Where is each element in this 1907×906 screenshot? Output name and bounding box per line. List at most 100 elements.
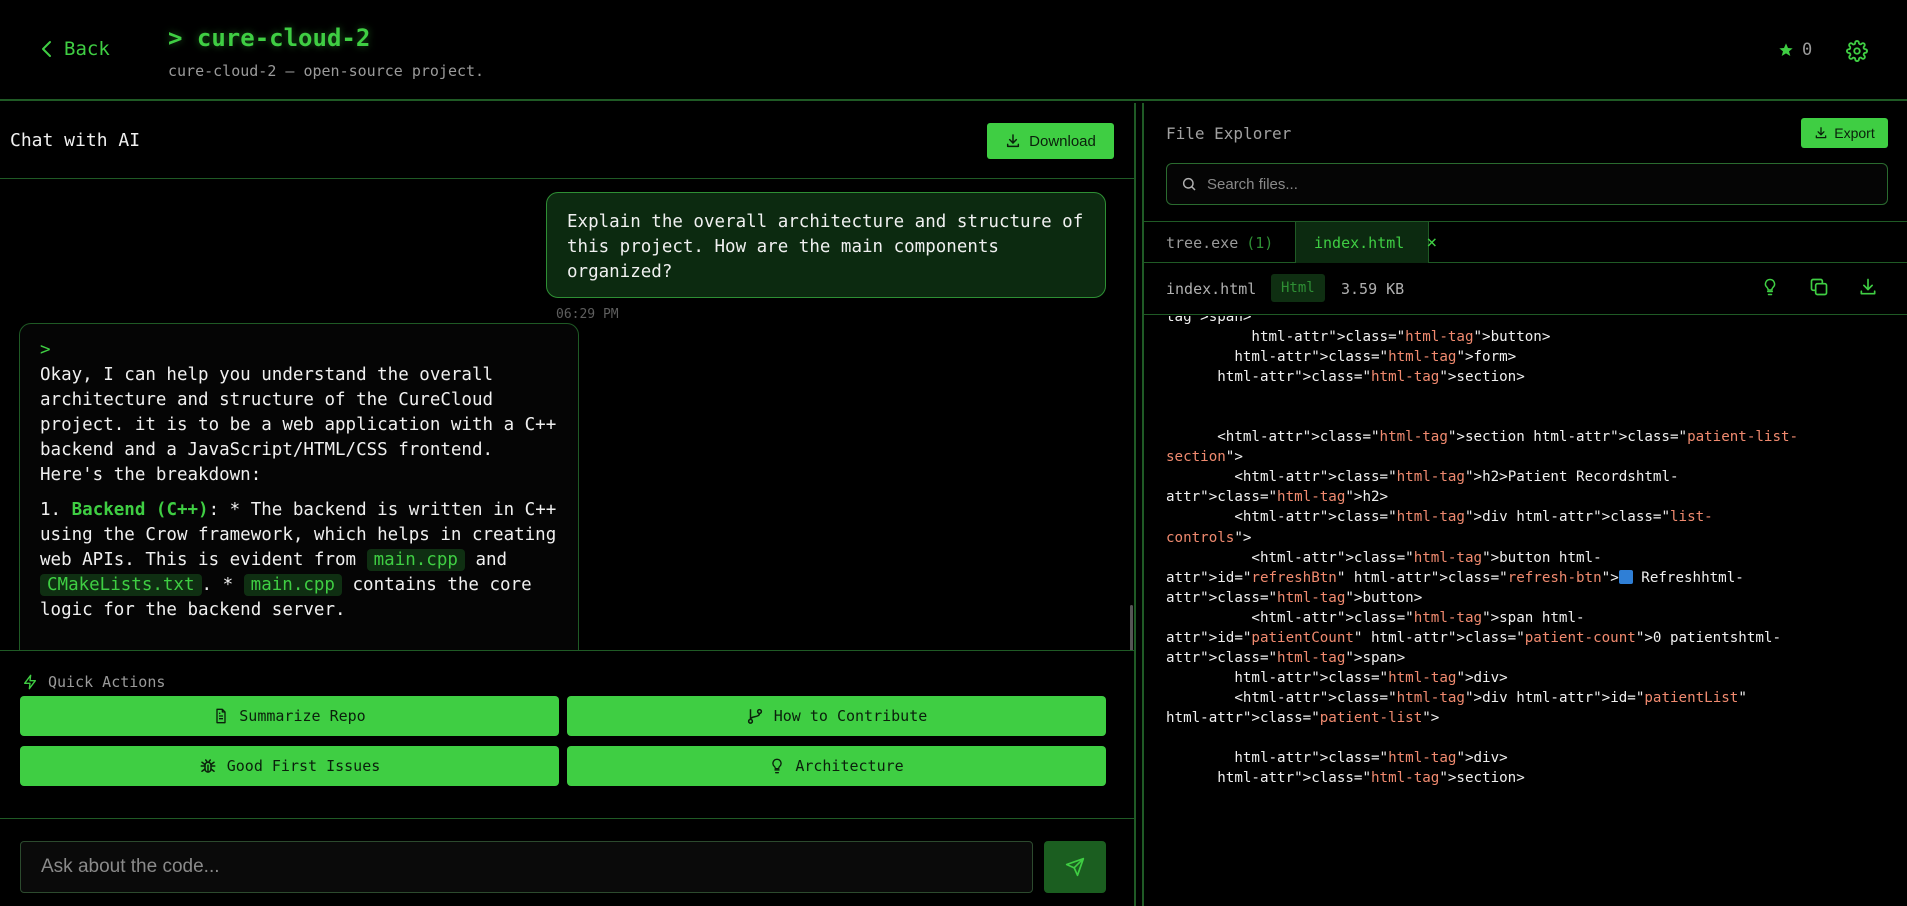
code-string: patientCount xyxy=(1251,629,1354,646)
download-file-button[interactable] xyxy=(1858,277,1878,297)
code-line: html-attr">class="html-tag">div> xyxy=(1166,748,1907,768)
code-text: ">h2> xyxy=(1345,489,1389,506)
file-search-input[interactable] xyxy=(1207,175,1867,193)
code-line: html-attr">class="patient-list"> xyxy=(1166,708,1907,728)
chat-header: Chat with AI Download xyxy=(0,103,1134,179)
code-text: attr">class=" xyxy=(1166,489,1278,506)
code-text: ">div> xyxy=(1456,669,1508,686)
code-text: " xyxy=(1738,689,1747,706)
code-text: html-attr">class=" xyxy=(1217,369,1371,386)
export-button[interactable]: Export xyxy=(1801,118,1888,148)
close-icon[interactable]: × xyxy=(1426,232,1437,253)
code-text: html-attr">class=" xyxy=(1251,329,1406,346)
file-info-bar: index.html Html 3.59 KB xyxy=(1144,263,1907,315)
code-text: ">0 patientshtml- xyxy=(1635,629,1782,646)
code-text: ">section> xyxy=(1439,369,1525,386)
copy-button[interactable] xyxy=(1809,277,1829,297)
code-text: <html-attr">class=" xyxy=(1234,689,1397,706)
search-icon xyxy=(1181,176,1197,192)
architecture-label: Architecture xyxy=(795,757,904,775)
code-string: patientList xyxy=(1644,689,1739,706)
code-line: tag">span> xyxy=(1166,316,1907,327)
chat-panel: Chat with AI Download Explain the overal… xyxy=(0,103,1136,906)
ai-point-text: . * xyxy=(201,575,234,595)
ai-point-heading: Backend (C++) xyxy=(71,500,209,520)
download-icon xyxy=(1005,133,1021,149)
code-line: html-attr">class="html-tag">button> xyxy=(1166,327,1907,347)
good-first-issues-button[interactable]: Good First Issues xyxy=(20,746,559,786)
code-string: html-tag xyxy=(1277,489,1346,506)
gear-icon xyxy=(1846,40,1868,62)
file-type-badge: Html xyxy=(1271,274,1325,302)
code-text: <html-attr">class=" xyxy=(1234,509,1397,526)
back-label: Back xyxy=(64,38,110,60)
tab-index-html[interactable]: index.html × xyxy=(1296,222,1437,263)
send-button[interactable] xyxy=(1044,841,1106,893)
download-button[interactable]: Download xyxy=(987,123,1114,159)
inline-code: main.cpp xyxy=(366,549,465,571)
code-string: html-tag xyxy=(1396,689,1465,706)
summarize-repo-button[interactable]: Summarize Repo xyxy=(20,696,559,736)
code-text: "> xyxy=(1601,569,1619,586)
code-text: <html-attr">class=" xyxy=(1251,549,1414,566)
settings-button[interactable] xyxy=(1846,40,1868,62)
code-string: patient-list xyxy=(1319,709,1423,726)
architecture-button[interactable]: Architecture xyxy=(567,746,1106,786)
code-string: html-tag xyxy=(1388,669,1457,686)
explain-file-button[interactable] xyxy=(1761,277,1779,297)
chat-input[interactable] xyxy=(20,841,1033,893)
code-line: section"> xyxy=(1166,447,1907,467)
code-string: html-tag xyxy=(1379,429,1448,446)
code-line: <html-attr">class="html-tag">div html-at… xyxy=(1166,507,1907,527)
user-message: Explain the overall architecture and str… xyxy=(546,192,1106,298)
tab-label: tree.exe xyxy=(1166,233,1239,252)
code-string: html-tag xyxy=(1277,589,1346,606)
code-line: html-attr">class="html-tag">form> xyxy=(1166,347,1907,367)
file-search xyxy=(1166,163,1888,205)
code-line: attr">class="html-tag">button> xyxy=(1166,588,1907,608)
code-text: " html-attr">class=" xyxy=(1353,629,1525,646)
code-line: controls"> xyxy=(1166,528,1907,548)
code-string: html-tag xyxy=(1277,649,1346,666)
code-text: ">button> xyxy=(1345,589,1423,606)
code-line: <html-attr">class="html-tag">h2>Patient … xyxy=(1166,467,1907,487)
code-text: ">form> xyxy=(1456,349,1517,366)
download-icon xyxy=(1858,277,1878,297)
code-string: patient-list- xyxy=(1687,429,1799,446)
code-line: html-attr">class="html-tag">div> xyxy=(1166,668,1907,688)
quick-actions-title: Quick Actions xyxy=(48,673,166,691)
ai-prompt-marker: > xyxy=(40,340,51,360)
file-size: 3.59 KB xyxy=(1341,280,1405,298)
code-line: <html-attr">class="html-tag">button html… xyxy=(1166,548,1907,568)
tab-count: (1) xyxy=(1246,233,1274,252)
code-string: html-tag xyxy=(1371,369,1440,386)
code-viewer[interactable]: tag">span> html-attr">class="html-tag">b… xyxy=(1144,316,1907,906)
quick-actions-label: Quick Actions xyxy=(22,673,165,691)
page-subtitle: cure-cloud-2 — open-source project. xyxy=(168,62,485,80)
copy-icon xyxy=(1809,277,1829,297)
back-button[interactable]: Back xyxy=(40,38,110,60)
scrollbar-thumb[interactable] xyxy=(1130,605,1133,653)
tab-label: index.html xyxy=(1314,233,1405,252)
code-line: attr">class="html-tag">span> xyxy=(1166,648,1907,668)
inline-code: CMakeLists.txt xyxy=(40,574,202,596)
code-text: attr">id=" xyxy=(1166,569,1252,586)
file-name: index.html xyxy=(1166,280,1257,298)
code-string: html-tag xyxy=(1405,329,1474,346)
download-label: Download xyxy=(1029,132,1096,150)
code-text: ">h2>Patient Recordshtml- xyxy=(1464,469,1679,486)
message-list[interactable]: Explain the overall architecture and str… xyxy=(0,180,1134,653)
tab-tree-exe[interactable]: tree.exe (1) xyxy=(1144,222,1296,263)
code-text: ">section> xyxy=(1439,770,1525,787)
code-string: html-tag xyxy=(1388,750,1457,767)
how-to-contribute-button[interactable]: How to Contribute xyxy=(567,696,1106,736)
lightbulb-icon xyxy=(769,757,785,775)
code-string: section xyxy=(1166,449,1226,466)
star-button[interactable]: 0 xyxy=(1778,40,1812,60)
code-line: attr">id="refreshBtn" html-attr">class="… xyxy=(1166,568,1907,588)
chat-title: Chat with AI xyxy=(10,130,141,151)
app-header: Back > cure-cloud-2 cure-cloud-2 — open-… xyxy=(0,0,1907,101)
code-text: attr">class=" xyxy=(1166,649,1278,666)
code-text: ">button html- xyxy=(1482,549,1602,566)
